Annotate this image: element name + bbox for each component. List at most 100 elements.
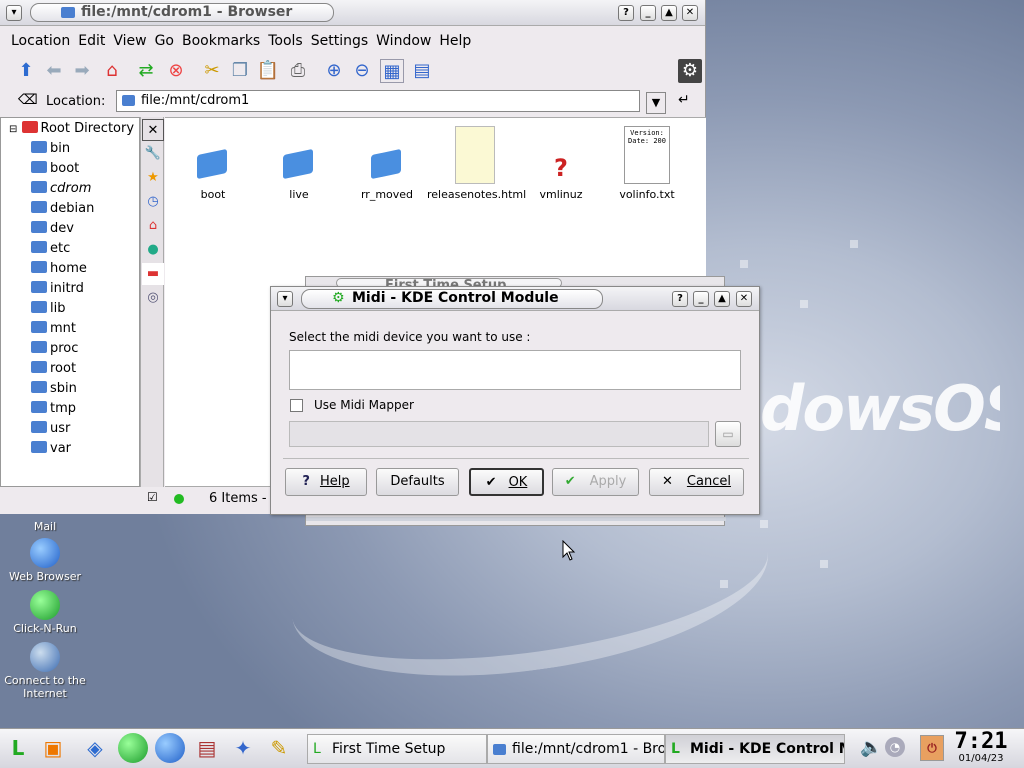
dialog-titlebar[interactable]: ▾ ⚙ Midi - KDE Control Module ? _ ▲ ✕: [271, 287, 759, 311]
menu-view[interactable]: View: [109, 28, 150, 54]
tree-item[interactable]: dev: [31, 219, 74, 239]
close-button[interactable]: ✕: [736, 291, 752, 307]
midi-mapper-file-input[interactable]: [289, 421, 709, 447]
clock[interactable]: 7:21 01/04/23: [952, 731, 1010, 767]
tree-item[interactable]: sbin: [31, 379, 77, 399]
network-icon[interactable]: ●: [142, 239, 164, 261]
taskbar-item-midi[interactable]: Ⅼ Midi - KDE Control M: [665, 734, 845, 764]
menu-go[interactable]: Go: [151, 28, 178, 54]
print-icon[interactable]: ⎙: [286, 59, 310, 83]
zoom-in-icon[interactable]: ⊕: [322, 59, 346, 83]
browse-folder-button[interactable]: ▭: [715, 421, 741, 447]
tree-item[interactable]: bin: [31, 139, 70, 159]
split-view-icon[interactable]: ▤: [410, 59, 434, 83]
tree-item[interactable]: etc: [31, 239, 70, 259]
defaults-button[interactable]: Defaults: [376, 468, 459, 496]
icon-view-icon[interactable]: ▦: [380, 59, 404, 83]
cut-icon[interactable]: ✂: [200, 59, 224, 83]
midi-mapper-checkbox[interactable]: [290, 399, 303, 412]
cube-icon[interactable]: ◈: [80, 733, 110, 763]
power-icon[interactable]: ⏻: [920, 735, 944, 761]
paste-icon[interactable]: 📋: [256, 59, 280, 83]
tree-item[interactable]: cdrom: [31, 179, 91, 199]
desktop-icon-click-n-run[interactable]: Click-N-Run: [4, 590, 86, 635]
minimize-button[interactable]: _: [640, 5, 656, 21]
kde-menu-icon[interactable]: Ⅼ: [3, 733, 33, 763]
window-menu-button[interactable]: ▾: [6, 5, 22, 21]
menu-bookmarks[interactable]: Bookmarks: [178, 28, 264, 54]
menu-help[interactable]: Help: [435, 28, 475, 54]
close-sidebar-icon[interactable]: ✕: [142, 119, 164, 141]
tree-item[interactable]: tmp: [31, 399, 76, 419]
bookmark-star-icon[interactable]: ★: [142, 167, 164, 189]
taskbar-item-browser[interactable]: file:/mnt/cdrom1 - Brow: [487, 734, 665, 764]
desktop-icon-connect-internet[interactable]: Connect to the Internet: [4, 642, 86, 700]
root-folder-tab-icon[interactable]: ▬: [142, 263, 164, 285]
file-item-live[interactable]: live: [251, 126, 347, 201]
clear-location-icon[interactable]: ⌫: [18, 92, 38, 108]
tree-item[interactable]: home: [31, 259, 87, 279]
ok-button[interactable]: ✔ OK: [469, 468, 544, 496]
user-icon[interactable]: ◔: [885, 737, 905, 757]
desktop-icon-mail[interactable]: Mail: [4, 520, 86, 533]
back-arrow-icon[interactable]: ⬅: [42, 59, 66, 83]
file-item-boot[interactable]: boot: [165, 126, 261, 201]
up-arrow-icon[interactable]: ⬆: [14, 59, 38, 83]
sidebar-toggle-icon[interactable]: ☑: [147, 490, 158, 504]
life-vest-icon[interactable]: ▣: [38, 733, 68, 763]
file-item-rr-moved[interactable]: rr_moved: [339, 126, 435, 201]
forward-arrow-icon[interactable]: ➡: [70, 59, 94, 83]
web-browser-icon[interactable]: [155, 733, 185, 763]
home-icon[interactable]: ⌂: [100, 59, 124, 83]
location-dropdown-button[interactable]: ▼: [646, 92, 666, 114]
tree-item[interactable]: var: [31, 439, 71, 459]
reload-icon[interactable]: ⇄: [134, 59, 158, 83]
maximize-button[interactable]: ▲: [714, 291, 730, 307]
maximize-button[interactable]: ▲: [661, 5, 677, 21]
help-dialog-button[interactable]: ? Help: [285, 468, 367, 496]
services-icon[interactable]: ◎: [142, 287, 164, 309]
apply-button[interactable]: ✔ Apply: [552, 468, 639, 496]
copy-icon[interactable]: ❐: [228, 59, 252, 83]
menu-tools[interactable]: Tools: [264, 28, 307, 54]
midi-device-list[interactable]: [289, 350, 741, 390]
file-item-releasenotes[interactable]: releasenotes.html: [427, 126, 526, 201]
tree-item[interactable]: usr: [31, 419, 70, 439]
toolbox-icon[interactable]: ▤: [192, 733, 222, 763]
menu-location[interactable]: Location: [7, 28, 74, 54]
click-n-run-icon[interactable]: [118, 733, 148, 763]
taskbar-item-first-time-setup[interactable]: Ⅼ First Time Setup: [307, 734, 487, 764]
desktop-icon-web-browser[interactable]: Web Browser: [4, 538, 86, 583]
menu-settings[interactable]: Settings: [307, 28, 372, 54]
help-button[interactable]: ?: [672, 291, 688, 307]
tree-root[interactable]: ⊟ Root Directory: [9, 119, 134, 139]
help-button[interactable]: ?: [618, 5, 634, 21]
file-item-volinfo[interactable]: Version: Date: 200 volinfo.txt: [599, 126, 695, 201]
minimize-button[interactable]: _: [693, 291, 709, 307]
go-icon[interactable]: ↵: [678, 92, 690, 108]
tree-item[interactable]: boot: [31, 159, 79, 179]
folder-icon: [31, 281, 47, 293]
brush-icon[interactable]: ✎: [264, 733, 294, 763]
tree-item[interactable]: debian: [31, 199, 94, 219]
menu-edit[interactable]: Edit: [74, 28, 109, 54]
stop-icon[interactable]: ⊗: [164, 59, 188, 83]
tree-item[interactable]: initrd: [31, 279, 84, 299]
window-titlebar[interactable]: ▾ file:/mnt/cdrom1 - Browser ? _ ▲ ✕: [0, 0, 705, 26]
people-icon[interactable]: ✦: [228, 733, 258, 763]
menu-window[interactable]: Window: [372, 28, 435, 54]
tree-item[interactable]: mnt: [31, 319, 76, 339]
close-button[interactable]: ✕: [682, 5, 698, 21]
tree-item[interactable]: proc: [31, 339, 78, 359]
volume-speaker-icon[interactable]: 🔈: [860, 737, 882, 758]
tree-item[interactable]: lib: [31, 299, 65, 319]
home-folder-icon[interactable]: ⌂: [142, 215, 164, 237]
window-menu-button[interactable]: ▾: [277, 291, 293, 307]
location-input[interactable]: file:/mnt/cdrom1: [116, 90, 640, 112]
tree-item[interactable]: root: [31, 359, 76, 379]
zoom-out-icon[interactable]: ⊖: [350, 59, 374, 83]
history-clock-icon[interactable]: ◷: [142, 191, 164, 213]
wrench-icon[interactable]: 🔧: [142, 143, 164, 165]
cancel-button[interactable]: ✕ Cancel: [649, 468, 744, 496]
file-item-vmlinuz[interactable]: ? vmlinuz: [513, 126, 609, 201]
